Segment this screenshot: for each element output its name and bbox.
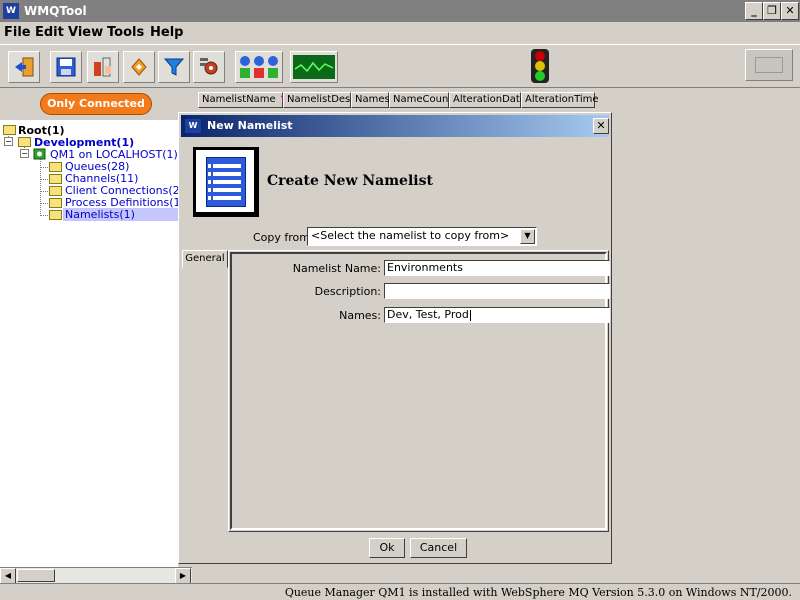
description-label: Description: [314,285,381,298]
toolbar [0,44,800,88]
restore-button[interactable]: ❐ [763,2,781,20]
filter-icon [163,58,185,76]
folder-icon [49,186,62,196]
status-lights-icon [240,56,278,78]
scroll-thumb[interactable] [17,569,55,582]
column-namelist-name[interactable]: NamelistName ↑ [198,92,287,108]
chevron-down-icon[interactable]: ▼ [520,229,535,244]
status-text: Queue Manager QM1 is installed with WebS… [284,586,792,599]
folder-icon [3,125,16,135]
copy-from-label: Copy from [253,231,310,244]
menu-help[interactable]: Help [150,25,183,40]
folder-icon [49,162,62,172]
column-names[interactable]: Names [351,92,390,108]
dialog-titlebar[interactable]: W New Namelist ✕ [181,115,609,137]
app-titlebar: W WMQTool _ ❐ ✕ [0,0,800,22]
names-input[interactable]: Dev, Test, Prod [384,307,610,323]
folder-icon [49,174,62,184]
dialog-app-icon: W [185,119,201,133]
tab-general[interactable]: General [182,250,228,268]
status-lights-button[interactable] [235,51,283,83]
column-namelist-desc[interactable]: NamelistDesc [283,92,356,108]
save-button[interactable] [50,51,82,83]
app-title: WMQTool [24,4,87,18]
settings-icon [200,58,218,75]
menu-view[interactable]: View [68,25,103,40]
menu-edit[interactable]: Edit [35,25,64,40]
close-button[interactable]: ✕ [781,2,799,20]
copy-from-select[interactable]: <Select the namelist to copy from> ▼ [307,227,537,246]
column-name-count[interactable]: NameCount [389,92,452,108]
only-connected-button[interactable]: Only Connected [40,93,152,115]
namelist-name-input[interactable]: Environments [384,260,610,276]
description-input[interactable] [384,283,610,299]
panel-icon [755,57,783,73]
filter-button[interactable] [158,51,190,83]
monitor-icon [293,55,335,79]
menu-file[interactable]: File [4,25,31,40]
wmqtool-logo-icon: W [3,3,19,19]
names-label: Names: [339,309,381,322]
tree-horizontal-scrollbar[interactable]: ◀ ▶ [0,567,192,584]
namelist-name-label: Namelist Name: [292,262,381,275]
cancel-button[interactable]: Cancel [410,538,467,558]
queue-manager-button[interactable] [87,51,119,83]
tree-item-namelists[interactable]: Namelists(1) [63,208,178,221]
queue-manager-icon [94,57,111,77]
minimize-button[interactable]: _ [745,2,763,20]
menu-bar: File Edit View Tools Help [0,22,800,44]
refresh-icon [131,58,147,76]
text-cursor [469,309,471,321]
folder-icon [49,198,62,208]
collapse-qm-button[interactable]: − [20,149,29,158]
dialog-heading: Create New Namelist [267,173,433,189]
status-bar: Queue Manager QM1 is installed with WebS… [0,583,800,600]
scroll-left-icon[interactable]: ◀ [0,568,16,584]
object-tree: Root(1) − Development(1) − QM1 on LOCALH… [0,120,185,568]
navigation-panel: Only Connected Root(1) − Development(1) … [0,90,192,568]
namelist-document-icon [193,147,259,217]
dialog-close-button[interactable]: ✕ [593,118,609,134]
column-alteration-date[interactable]: AlterationDate [449,92,526,108]
traffic-light-icon [531,49,549,83]
queue-manager-node-icon [33,148,46,160]
save-icon [56,57,76,77]
panel-toggle-button[interactable] [745,49,793,81]
menu-tools[interactable]: Tools [107,25,144,40]
monitor-button[interactable] [290,51,338,83]
exit-icon [15,57,34,77]
dialog-title: New Namelist [207,119,293,132]
scroll-right-icon[interactable]: ▶ [175,568,191,584]
new-namelist-dialog: W New Namelist ✕ Create New Namelist Cop… [178,112,612,564]
collapse-development-button[interactable]: − [4,137,13,146]
refresh-button[interactable] [123,51,155,83]
settings-button[interactable] [193,51,225,83]
ok-button[interactable]: Ok [369,538,405,558]
folder-icon [49,210,62,220]
folder-icon [18,137,31,147]
column-alteration-time[interactable]: AlterationTime [521,92,599,108]
exit-button[interactable] [8,51,40,83]
